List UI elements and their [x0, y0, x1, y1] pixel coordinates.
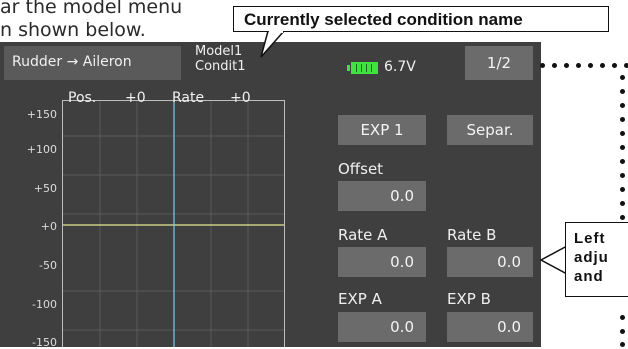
rate-a-label: Rate A — [338, 226, 388, 244]
model-name: Model1 — [195, 44, 243, 59]
offset-value: 0.0 — [390, 187, 414, 205]
rate-b-value: 0.0 — [497, 253, 521, 271]
doc-text-line-2: n shown below. — [0, 19, 146, 41]
page-indicator-button[interactable]: 1/2 — [465, 46, 533, 80]
function-name-box[interactable]: Rudder → Aileron — [4, 46, 181, 80]
callout-condition-name: Currently selected condition name — [233, 6, 609, 32]
rate-a-value-box[interactable]: 0.0 — [338, 247, 426, 277]
y-tick: -100 — [32, 298, 57, 311]
rate-b-label: Rate B — [447, 226, 497, 244]
separate-button[interactable]: Separ. — [447, 115, 533, 145]
pos-value: +0 — [125, 90, 146, 106]
y-tick: -150 — [32, 336, 57, 349]
battery-voltage: 6.7V — [384, 59, 416, 75]
callout-right-line-1: Left — [574, 230, 606, 247]
curve-graph-svg — [63, 101, 284, 347]
rate-value: +0 — [230, 90, 251, 106]
exp-a-label: EXP A — [338, 290, 382, 308]
callout-left-adjust: Left adju and — [565, 222, 628, 297]
dotted-connector-top — [540, 63, 628, 68]
offset-label: Offset — [338, 160, 384, 178]
callout-pointer — [260, 31, 286, 58]
separate-button-label: Separ. — [466, 121, 514, 139]
rate-b-value-box[interactable]: 0.0 — [447, 247, 533, 277]
exp-a-value-box[interactable]: 0.0 — [338, 312, 426, 342]
exp-b-value: 0.0 — [497, 318, 521, 336]
y-tick: +0 — [40, 220, 57, 233]
offset-value-box[interactable]: 0.0 — [338, 181, 426, 211]
dotted-connector-vertical — [620, 63, 626, 347]
callout-right-line-2: adju — [574, 249, 609, 266]
callout-condition-name-text: Currently selected condition name — [244, 10, 523, 29]
rate-a-value: 0.0 — [390, 253, 414, 271]
exp-a-value: 0.0 — [390, 318, 414, 336]
exp1-button-label: EXP 1 — [360, 121, 404, 139]
transmitter-screen: Rudder → Aileron Model1 Condit1 6.7V 1/2 — [0, 42, 541, 349]
y-tick: +150 — [26, 108, 57, 121]
callout-right-line-3: and — [574, 268, 604, 285]
y-tick: +50 — [33, 182, 57, 195]
exp1-button[interactable]: EXP 1 — [338, 115, 426, 145]
curve-graph[interactable] — [62, 100, 285, 347]
y-tick: -50 — [39, 259, 57, 272]
y-tick: +100 — [26, 143, 57, 156]
pos-label: Pos. — [68, 90, 97, 106]
function-name: Rudder → Aileron — [12, 54, 132, 70]
condition-name: Condit1 — [195, 59, 246, 74]
page-indicator: 1/2 — [486, 54, 512, 72]
exp-b-value-box[interactable]: 0.0 — [447, 312, 533, 342]
doc-text-line-1: ar the model menu — [0, 0, 183, 18]
exp-b-label: EXP B — [447, 290, 491, 308]
rate-label: Rate — [172, 90, 205, 106]
battery-icon — [347, 62, 379, 74]
